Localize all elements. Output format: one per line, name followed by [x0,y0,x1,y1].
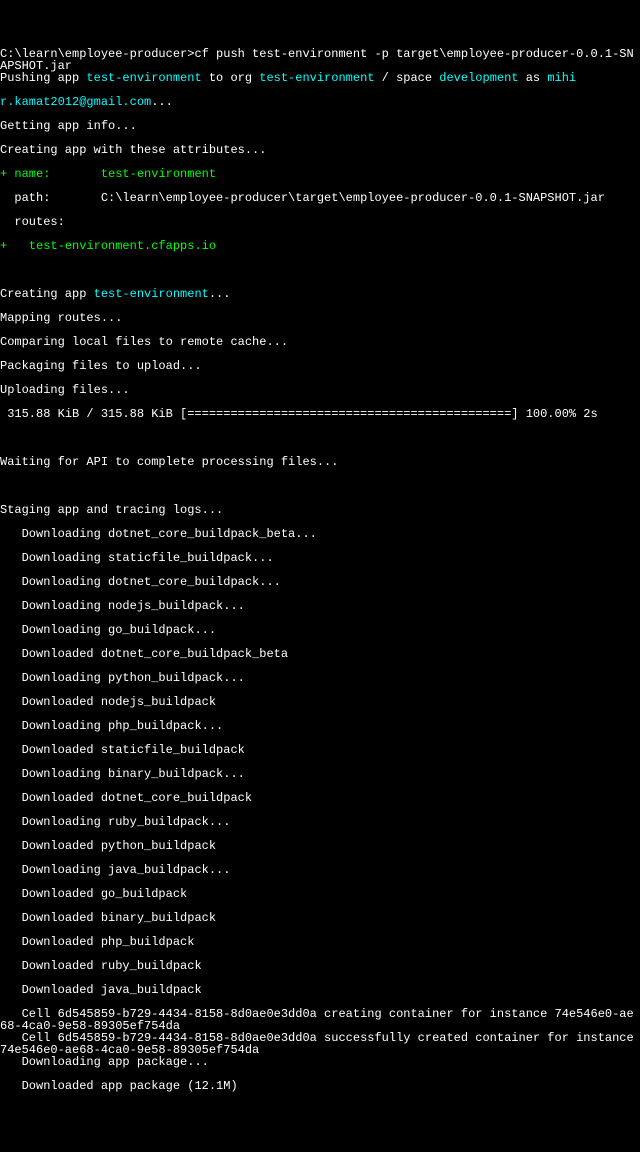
log-line: Downloaded java_buildpack [0,984,640,996]
route-value: test-environment.cfapps.io [29,239,216,253]
space-name: development [439,71,518,85]
user-name: mihi [547,71,576,85]
blank-line [0,432,640,444]
attr-name-value: test-environment [101,167,216,181]
status-line: Getting app info... [0,120,640,132]
blank-line [0,480,640,492]
log-line: Cell 6d545859-b729-4434-8158-8d0ae0e3dd0… [0,1032,640,1044]
blank-line [0,264,640,276]
log-line: Downloaded dotnet_core_buildpack_beta [0,648,640,660]
creating-app-name: test-environment [94,287,209,301]
log-line: Downloaded ruby_buildpack [0,960,640,972]
log-line: Downloading python_buildpack... [0,672,640,684]
user-name-cont: r.kamat2012@gmail.com [0,95,151,109]
attr-name-label: + name: [0,167,101,181]
attr-routes-label: routes: [0,216,640,228]
log-line: Downloading go_buildpack... [0,624,640,636]
status-line: Mapping routes... [0,312,640,324]
status-line: Comparing local files to remote cache... [0,336,640,348]
app-name: test-environment [86,71,201,85]
log-line: Downloading staticfile_buildpack... [0,552,640,564]
status-line: Uploading files... [0,384,640,396]
log-line: Downloaded dotnet_core_buildpack [0,792,640,804]
log-line: Downloaded app package (12.1M) [0,1080,640,1092]
log-line: Downloading app package... [0,1056,640,1068]
push-text: Pushing app [0,71,86,85]
status-line: Packaging files to upload... [0,360,640,372]
log-line: Downloaded php_buildpack [0,936,640,948]
command-line: C:\learn\employee-producer>cf push test-… [0,48,640,60]
log-line: Downloading dotnet_core_buildpack_beta..… [0,528,640,540]
log-line: Cell 6d545859-b729-4434-8158-8d0ae0e3dd0… [0,1008,640,1020]
log-line: Downloading binary_buildpack... [0,768,640,780]
route-prefix: + [0,239,29,253]
log-line: Downloading nodejs_buildpack... [0,600,640,612]
creating-app-text: Creating app [0,287,94,301]
progress-bar: 315.88 KiB / 315.88 KiB [===============… [0,408,640,420]
log-line: Downloaded nodejs_buildpack [0,696,640,708]
log-line: Downloading php_buildpack... [0,720,640,732]
log-line: Downloading ruby_buildpack... [0,816,640,828]
status-line: Staging app and tracing logs... [0,504,640,516]
attr-path: path: C:\learn\employee-producer\target\… [0,192,640,204]
org-name: test-environment [259,71,374,85]
log-line: Downloaded binary_buildpack [0,912,640,924]
log-line: Downloaded python_buildpack [0,840,640,852]
status-line: Waiting for API to complete processing f… [0,456,640,468]
log-line: Downloaded go_buildpack [0,888,640,900]
log-line: Downloading java_buildpack... [0,864,640,876]
terminal-output: C:\learn\employee-producer>cf push test-… [0,36,640,1104]
log-line: Downloading dotnet_core_buildpack... [0,576,640,588]
status-line: Creating app with these attributes... [0,144,640,156]
log-line: Downloaded staticfile_buildpack [0,744,640,756]
